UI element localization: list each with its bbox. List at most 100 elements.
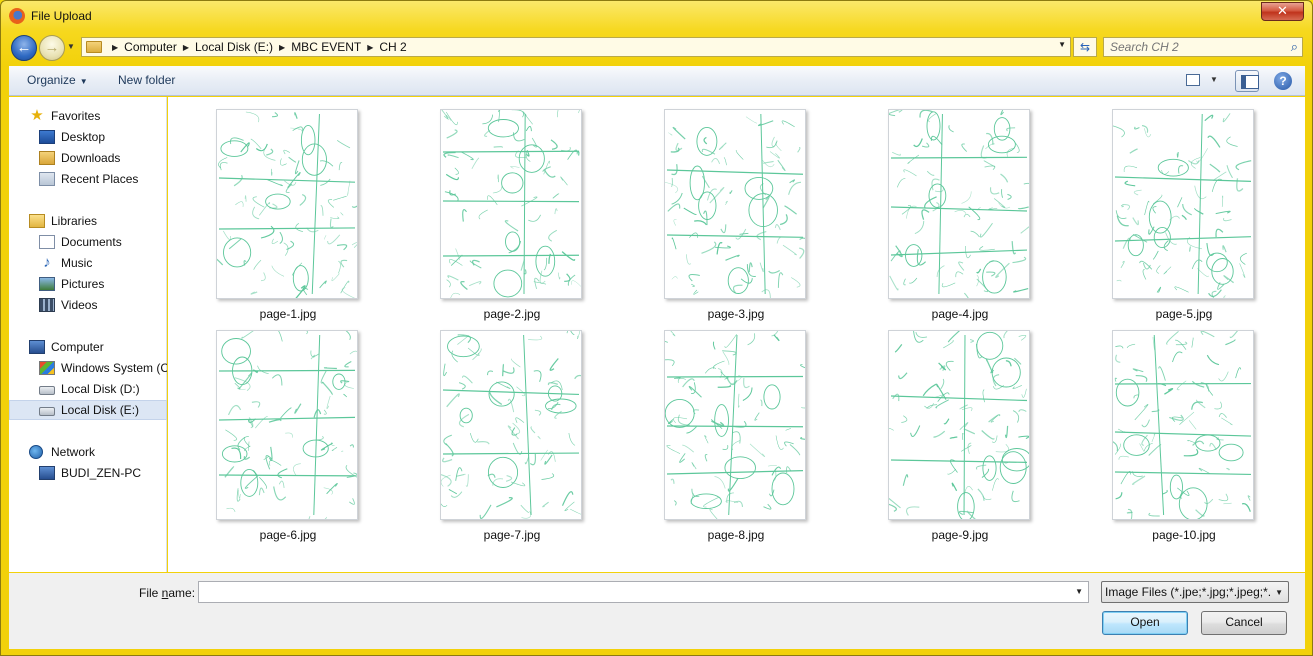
file-upload-dialog: File Upload ✕ ← → ▼ ▶ Computer ▶ Local D… (0, 0, 1313, 656)
windows-drive-icon (39, 361, 55, 375)
file-thumbnail-item[interactable]: page-3.jpg (656, 97, 806, 321)
sketch-thumbnail-image (440, 330, 582, 520)
sidebar-label: Local Disk (D:) (61, 382, 140, 396)
search-box[interactable]: ⌕ (1103, 37, 1303, 57)
sidebar-label: Downloads (61, 151, 121, 165)
sidebar-item-favorites[interactable]: ★ Favorites (9, 106, 167, 126)
sketch-thumbnail-image (888, 330, 1030, 520)
view-dropdown[interactable]: ▼ (1210, 75, 1218, 84)
file-thumbnail-item[interactable]: page-10.jpg (1104, 318, 1254, 542)
title-bar[interactable]: File Upload ✕ (1, 1, 1312, 31)
chevron-down-icon: ▼ (1275, 588, 1283, 597)
sidebar-item-music[interactable]: ♪ Music (9, 253, 167, 273)
sketch-thumbnail-image (664, 109, 806, 299)
sketch-thumbnail-image (888, 109, 1030, 299)
address-bar[interactable]: ▶ Computer ▶ Local Disk (E:) ▶ MBC EVENT… (81, 37, 1071, 57)
close-button[interactable]: ✕ (1261, 2, 1304, 21)
help-icon[interactable]: ? (1274, 72, 1292, 90)
open-button[interactable]: Open (1102, 611, 1188, 635)
sidebar-item-downloads[interactable]: Downloads (9, 148, 167, 168)
command-bar: Organize ▼ New folder ▼ ? (9, 66, 1305, 96)
file-type-value: Image Files (*.jpe;*.jpg;*.jpeg;*. (1105, 585, 1272, 599)
forward-button[interactable]: → (39, 35, 65, 61)
sidebar-label: Computer (51, 340, 104, 354)
breadcrumb-label[interactable]: Local Disk (E:) (195, 40, 273, 54)
breadcrumb-label[interactable]: Computer (124, 40, 177, 54)
sidebar-label: Libraries (51, 214, 98, 228)
star-icon: ★ (30, 107, 44, 124)
sidebar-label: Documents (61, 235, 122, 249)
sidebar-label: Recent Places (61, 172, 139, 186)
search-input[interactable] (1110, 40, 1280, 54)
file-thumbnail-item[interactable]: page-7.jpg (432, 318, 582, 542)
change-view-icon[interactable] (1186, 74, 1200, 86)
back-arrow-icon: ← (16, 39, 32, 56)
sidebar-item-documents[interactable]: Documents (9, 232, 167, 252)
chevron-down-icon: ▼ (79, 77, 88, 86)
breadcrumb-label[interactable]: MBC EVENT (291, 40, 361, 54)
organize-button[interactable]: Organize ▼ (27, 73, 88, 87)
navigation-pane: ★ Favorites Desktop Downloads Recent Plac… (9, 97, 167, 572)
sidebar-item-videos[interactable]: Videos (9, 295, 167, 315)
chevron-right-icon[interactable]: ▶ (112, 43, 118, 52)
sketch-thumbnail-image (1112, 109, 1254, 299)
file-thumbnail-item[interactable]: page-5.jpg (1104, 97, 1254, 321)
file-type-select[interactable]: Image Files (*.jpe;*.jpg;*.jpeg;*. ▼ (1101, 581, 1289, 603)
sidebar-item-network[interactable]: Network (9, 442, 167, 462)
firefox-icon (9, 8, 25, 24)
address-dropdown[interactable]: ▼ (1058, 40, 1066, 49)
pictures-icon (39, 277, 55, 291)
file-list-view[interactable]: page-1.jpg page-2.jpg page-3.jpg page-4.jpg… (168, 97, 1305, 572)
breadcrumb-computer[interactable]: ▶ Computer (106, 38, 177, 56)
breadcrumb-mbc-event[interactable]: ▶ MBC EVENT (273, 38, 361, 56)
file-name-dropdown[interactable]: ▼ (1075, 587, 1083, 596)
sidebar-item-pictures[interactable]: Pictures (9, 274, 167, 294)
file-name-label: page-8.jpg (707, 528, 765, 542)
file-thumbnail-item[interactable]: page-4.jpg (880, 97, 1030, 321)
sidebar-item-budi-zen-pc[interactable]: BUDI_ZEN-PC (9, 463, 167, 483)
sidebar-label: BUDI_ZEN-PC (61, 466, 142, 480)
sidebar-label: Videos (61, 298, 98, 312)
organize-label: Organize (27, 73, 76, 87)
refresh-button[interactable]: ⇆ (1073, 37, 1097, 57)
file-thumbnail-item[interactable]: page-9.jpg (880, 318, 1030, 542)
file-name-label: page-6.jpg (259, 528, 317, 542)
desktop-icon (39, 130, 55, 144)
breadcrumb-local-disk-e[interactable]: ▶ Local Disk (E:) (177, 38, 273, 56)
sidebar-item-desktop[interactable]: Desktop (9, 127, 167, 147)
sidebar-item-local-disk-d[interactable]: Local Disk (D:) (9, 379, 167, 399)
breadcrumb-ch2[interactable]: ▶ CH 2 (361, 38, 407, 56)
cancel-button[interactable]: Cancel (1201, 611, 1287, 635)
file-thumbnail-item[interactable]: page-6.jpg (208, 318, 358, 542)
sketch-thumbnail-image (440, 109, 582, 299)
sidebar-item-libraries[interactable]: Libraries (9, 211, 167, 231)
chevron-right-icon[interactable]: ▶ (183, 43, 189, 52)
sidebar-item-recent-places[interactable]: Recent Places (9, 169, 167, 189)
breadcrumb-label[interactable]: CH 2 (379, 40, 406, 54)
chevron-right-icon[interactable]: ▶ (279, 43, 285, 52)
videos-icon (39, 298, 55, 312)
hard-drive-icon (39, 407, 55, 416)
window-title: File Upload (31, 9, 92, 23)
forward-arrow-icon: → (44, 39, 60, 56)
new-folder-button[interactable]: New folder (118, 73, 175, 87)
file-name-combobox[interactable]: ▼ (198, 581, 1089, 603)
sketch-thumbnail-image (1112, 330, 1254, 520)
network-globe-icon (29, 445, 43, 459)
search-icon[interactable]: ⌕ (1291, 39, 1298, 55)
sidebar-item-local-disk-e[interactable]: Local Disk (E:) (9, 400, 167, 420)
file-name-label: page-9.jpg (931, 528, 989, 542)
sidebar-label: Favorites (51, 109, 101, 123)
chevron-right-icon[interactable]: ▶ (367, 43, 373, 52)
file-thumbnail-item[interactable]: page-2.jpg (432, 97, 582, 321)
hard-drive-icon (39, 386, 55, 395)
sidebar-item-computer[interactable]: Computer (9, 337, 167, 357)
recent-locations-dropdown[interactable]: ▼ (67, 42, 77, 52)
refresh-icon: ⇆ (1079, 40, 1091, 54)
sidebar-item-windows-system-c[interactable]: Windows System (C:) (9, 358, 167, 378)
file-name-input[interactable] (203, 585, 1063, 599)
file-thumbnail-item[interactable]: page-1.jpg (208, 97, 358, 321)
back-button[interactable]: ← (11, 35, 37, 61)
file-thumbnail-item[interactable]: page-8.jpg (656, 318, 806, 542)
preview-pane-button[interactable] (1235, 70, 1259, 92)
